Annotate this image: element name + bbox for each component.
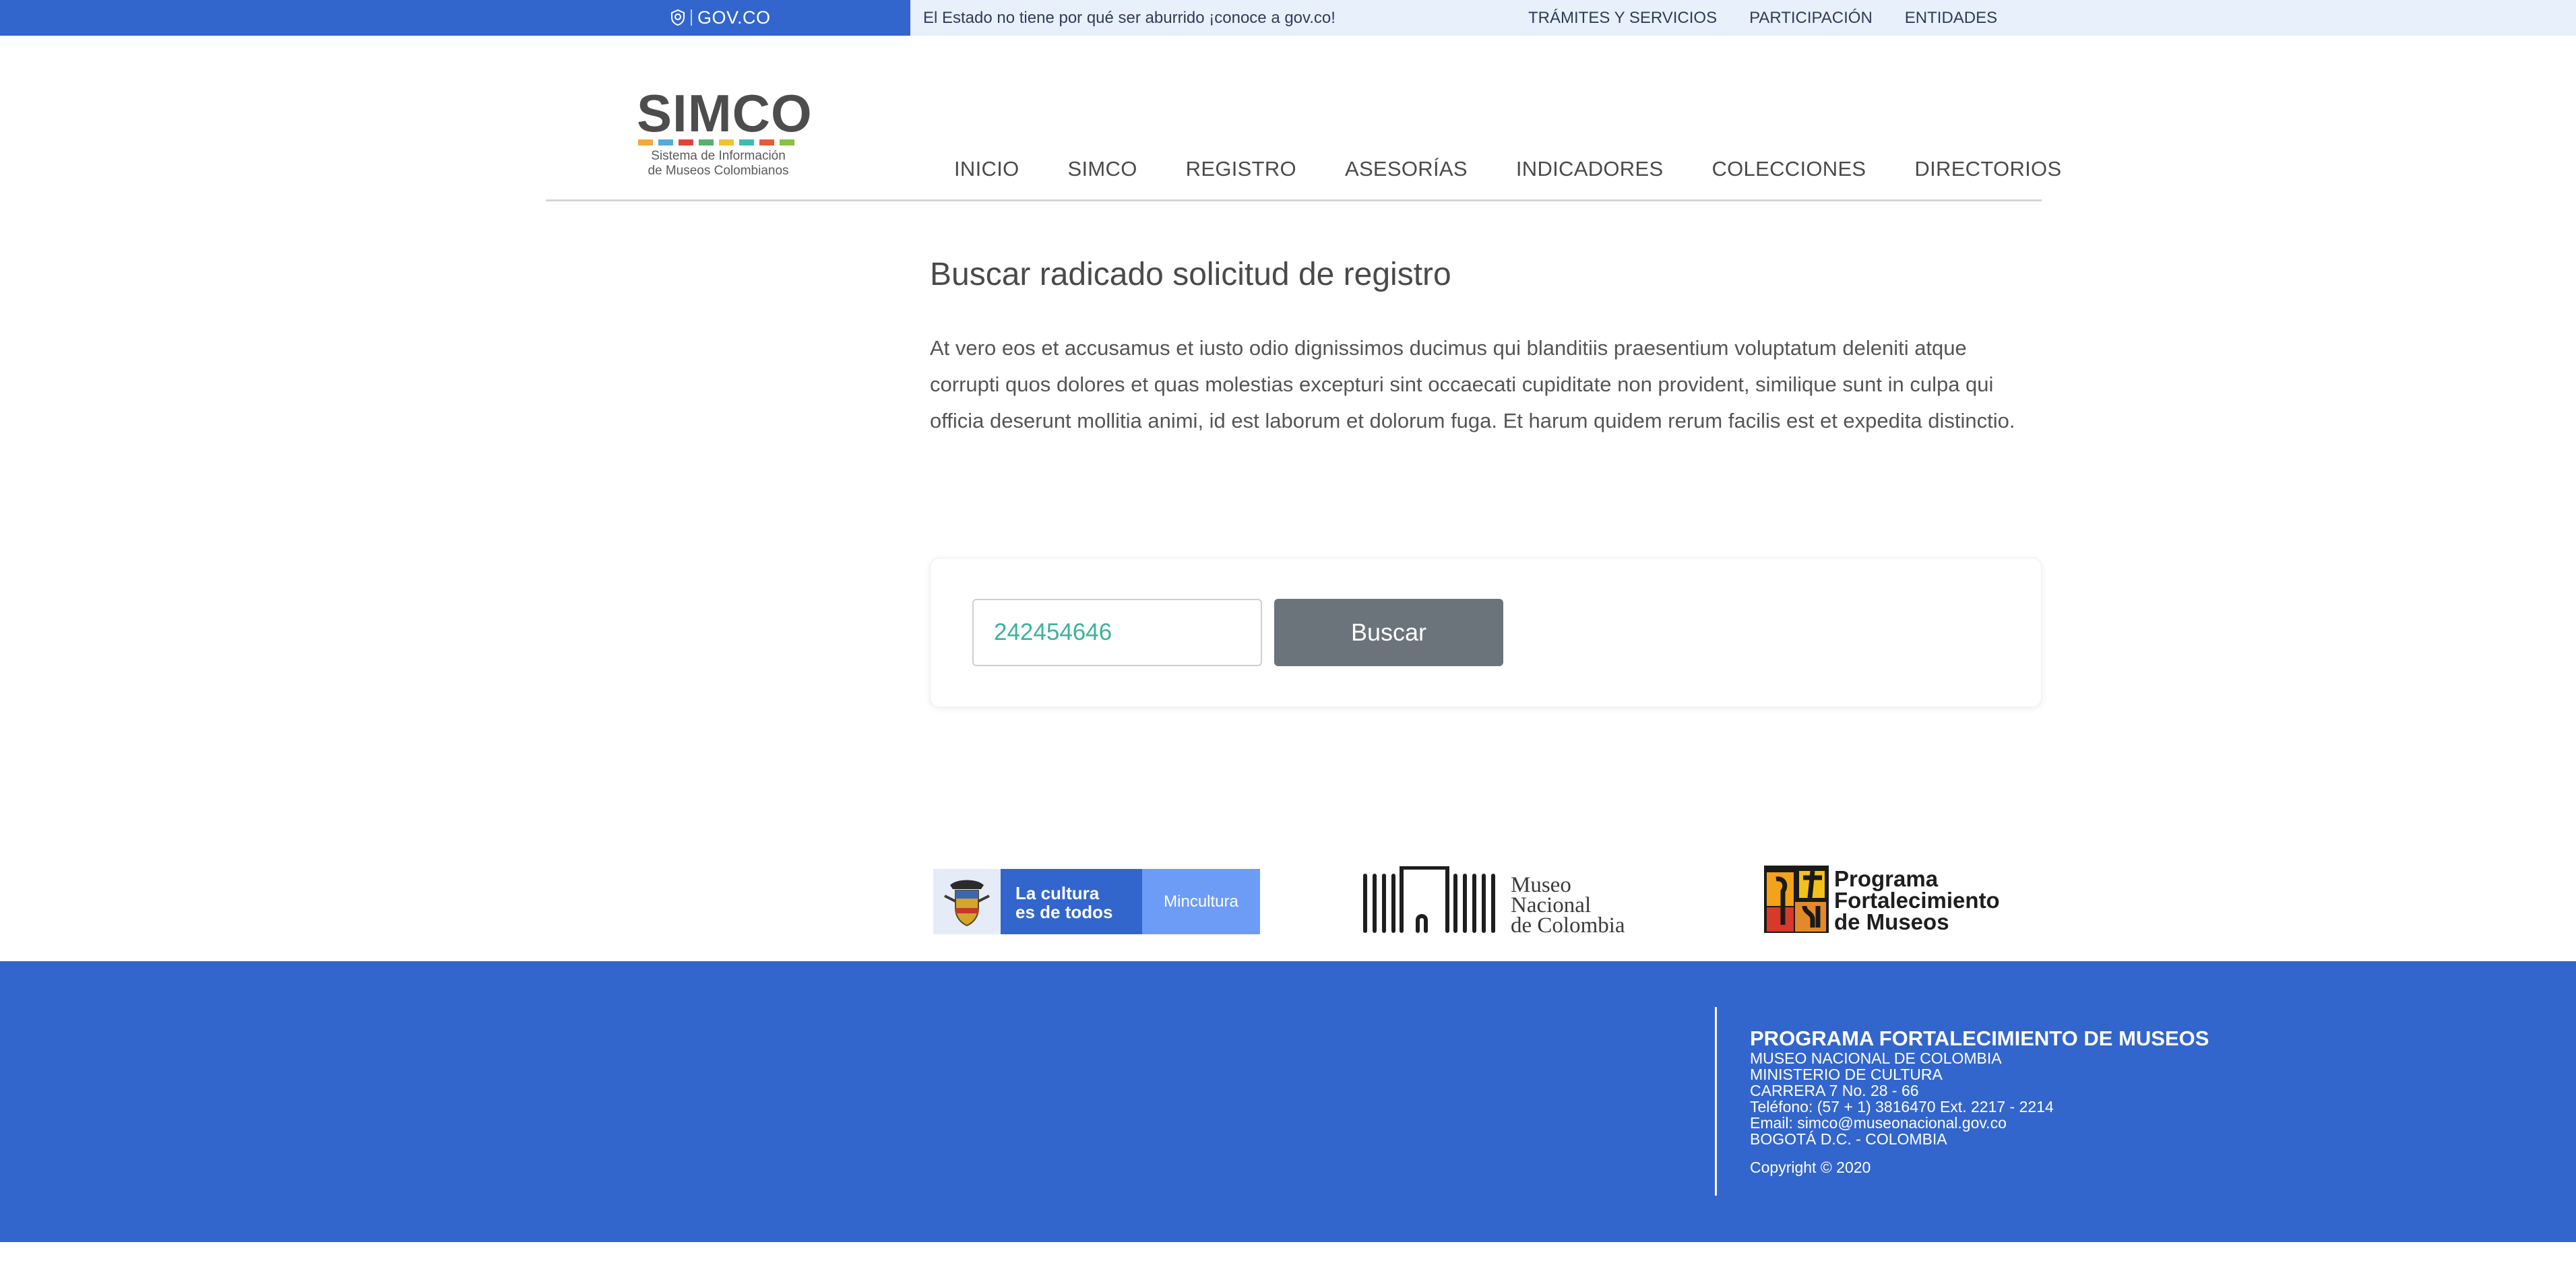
radicado-search-input[interactable]: [972, 599, 1262, 666]
govco-logo-divider: [691, 9, 692, 26]
programa-wordmark: Programa Fortalecimiento de Museos: [1834, 868, 2000, 933]
simco-logo-subtitle-line1: Sistema de Información: [651, 149, 786, 163]
govco-logo-link[interactable]: GOV.CO: [670, 6, 771, 29]
govco-links: TRÁMITES Y SERVICIOS PARTICIPACIÓN ENTID…: [1528, 9, 1997, 28]
nav-item-simco[interactable]: SIMCO: [1068, 157, 1137, 181]
nav-item-asesorias[interactable]: ASESORÍAS: [1345, 157, 1468, 181]
govco-link-participacion[interactable]: PARTICIPACIÓN: [1749, 9, 1873, 28]
mincultura-label: Mincultura: [1142, 869, 1260, 934]
nav-item-indicadores[interactable]: INDICADORES: [1516, 157, 1664, 181]
footer-heading: PROGRAMA FORTALECIMIENTO DE MUSEOS: [1750, 1027, 2209, 1050]
logo-dot: [780, 139, 794, 145]
footer-line-museo: MUSEO NACIONAL DE COLOMBIA: [1750, 1049, 2002, 1067]
nav-item-colecciones[interactable]: COLECCIONES: [1711, 157, 1866, 181]
govco-link-tramites[interactable]: TRÁMITES Y SERVICIOS: [1528, 9, 1717, 28]
govco-tagline: El Estado no tiene por qué ser aburrido …: [923, 9, 1336, 27]
museo-line2: Nacional: [1511, 893, 1592, 917]
page-bottom-strip: [0, 1242, 2576, 1265]
logo-dot: [679, 139, 693, 145]
search-card: Buscar: [930, 558, 2042, 707]
search-button[interactable]: Buscar: [1274, 599, 1503, 666]
nav-item-inicio[interactable]: INICIO: [954, 157, 1019, 181]
footer-line-email[interactable]: Email: simco@museonacional.gov.co: [1750, 1115, 2209, 1131]
footer: PROGRAMA FORTALECIMIENTO DE MUSEOS MUSEO…: [0, 961, 2576, 1242]
footer-line-city: BOGOTÁ D.C. - COLOMBIA: [1750, 1130, 1947, 1148]
footer-line-ministerio: MINISTERIO DE CULTURA: [1750, 1066, 1943, 1083]
page-title: Buscar radicado solicitud de registro: [930, 257, 1451, 292]
footer-copyright: Copyright © 2020: [1750, 1159, 1871, 1176]
museo-line3: de Colombia: [1511, 913, 1625, 938]
govco-shield-icon: [670, 9, 685, 26]
museo-nacional-logo[interactable]: Museo Nacional de Colombia: [1361, 866, 1625, 937]
main-nav: INICIO SIMCO REGISTRO ASESORÍAS INDICADO…: [954, 157, 2061, 181]
footer-line-address: CARRERA 7 No. 28 - 66: [1750, 1082, 1919, 1099]
museo-line1: Museo: [1511, 873, 1571, 897]
mincultura-logo[interactable]: La cultura es de todos Mincultura: [933, 869, 1260, 934]
govco-link-entidades[interactable]: ENTIDADES: [1905, 9, 1997, 28]
logo-dot: [759, 139, 774, 145]
programa-mark-icon: [1764, 865, 1829, 936]
logo-dot: [658, 139, 673, 145]
govco-logo-text: GOV.CO: [697, 7, 771, 28]
programa-line1: Programa: [1834, 866, 1939, 891]
footer-contact-info: PROGRAMA FORTALECIMIENTO DE MUSEOS MUSEO…: [1750, 1027, 2209, 1176]
mincultura-slogan-line2: es de todos: [1015, 902, 1113, 922]
govco-bar-brand-area: [0, 0, 910, 36]
intro-paragraph: At vero eos et accusamus et iusto odio d…: [930, 336, 2015, 432]
colombia-coat-of-arms-icon: [933, 869, 1001, 934]
simco-logo-subtitle-line2: de Museos Colombianos: [648, 164, 789, 178]
mincultura-slogan: La cultura es de todos: [1001, 869, 1142, 934]
nav-item-registro[interactable]: REGISTRO: [1186, 157, 1296, 181]
logo-dot: [638, 139, 653, 145]
logo-dot: [719, 139, 734, 145]
programa-fortalecimiento-logo[interactable]: Programa Fortalecimiento de Museos: [1764, 865, 2000, 936]
logo-dot: [739, 139, 754, 145]
mincultura-slogan-line1: La cultura: [1015, 883, 1100, 903]
programa-line2: Fortalecimiento: [1834, 888, 2000, 913]
logo-dot: [699, 139, 714, 145]
footer-line-phone: Teléfono: (57 + 1) 3816470 Ext. 2217 - 2…: [1750, 1098, 2054, 1115]
footer-divider: [1715, 1007, 1717, 1196]
govco-bar: GOV.CO El Estado no tiene por qué ser ab…: [0, 0, 2576, 36]
simco-logo-color-bar: [638, 139, 805, 145]
header-divider: [546, 199, 2042, 201]
simco-logo[interactable]: SIMCO Sistema de Información de Museos C…: [637, 84, 813, 179]
simco-logo-subtitle: Sistema de Información de Museos Colombi…: [637, 149, 796, 179]
simco-logo-wordmark: SIMCO: [637, 84, 813, 143]
museo-nacional-mark-icon: [1361, 866, 1496, 937]
nav-item-directorios[interactable]: DIRECTORIOS: [1914, 157, 2061, 181]
programa-line3: de Museos: [1834, 909, 1949, 934]
museo-nacional-wordmark: Museo Nacional de Colombia: [1511, 873, 1625, 938]
